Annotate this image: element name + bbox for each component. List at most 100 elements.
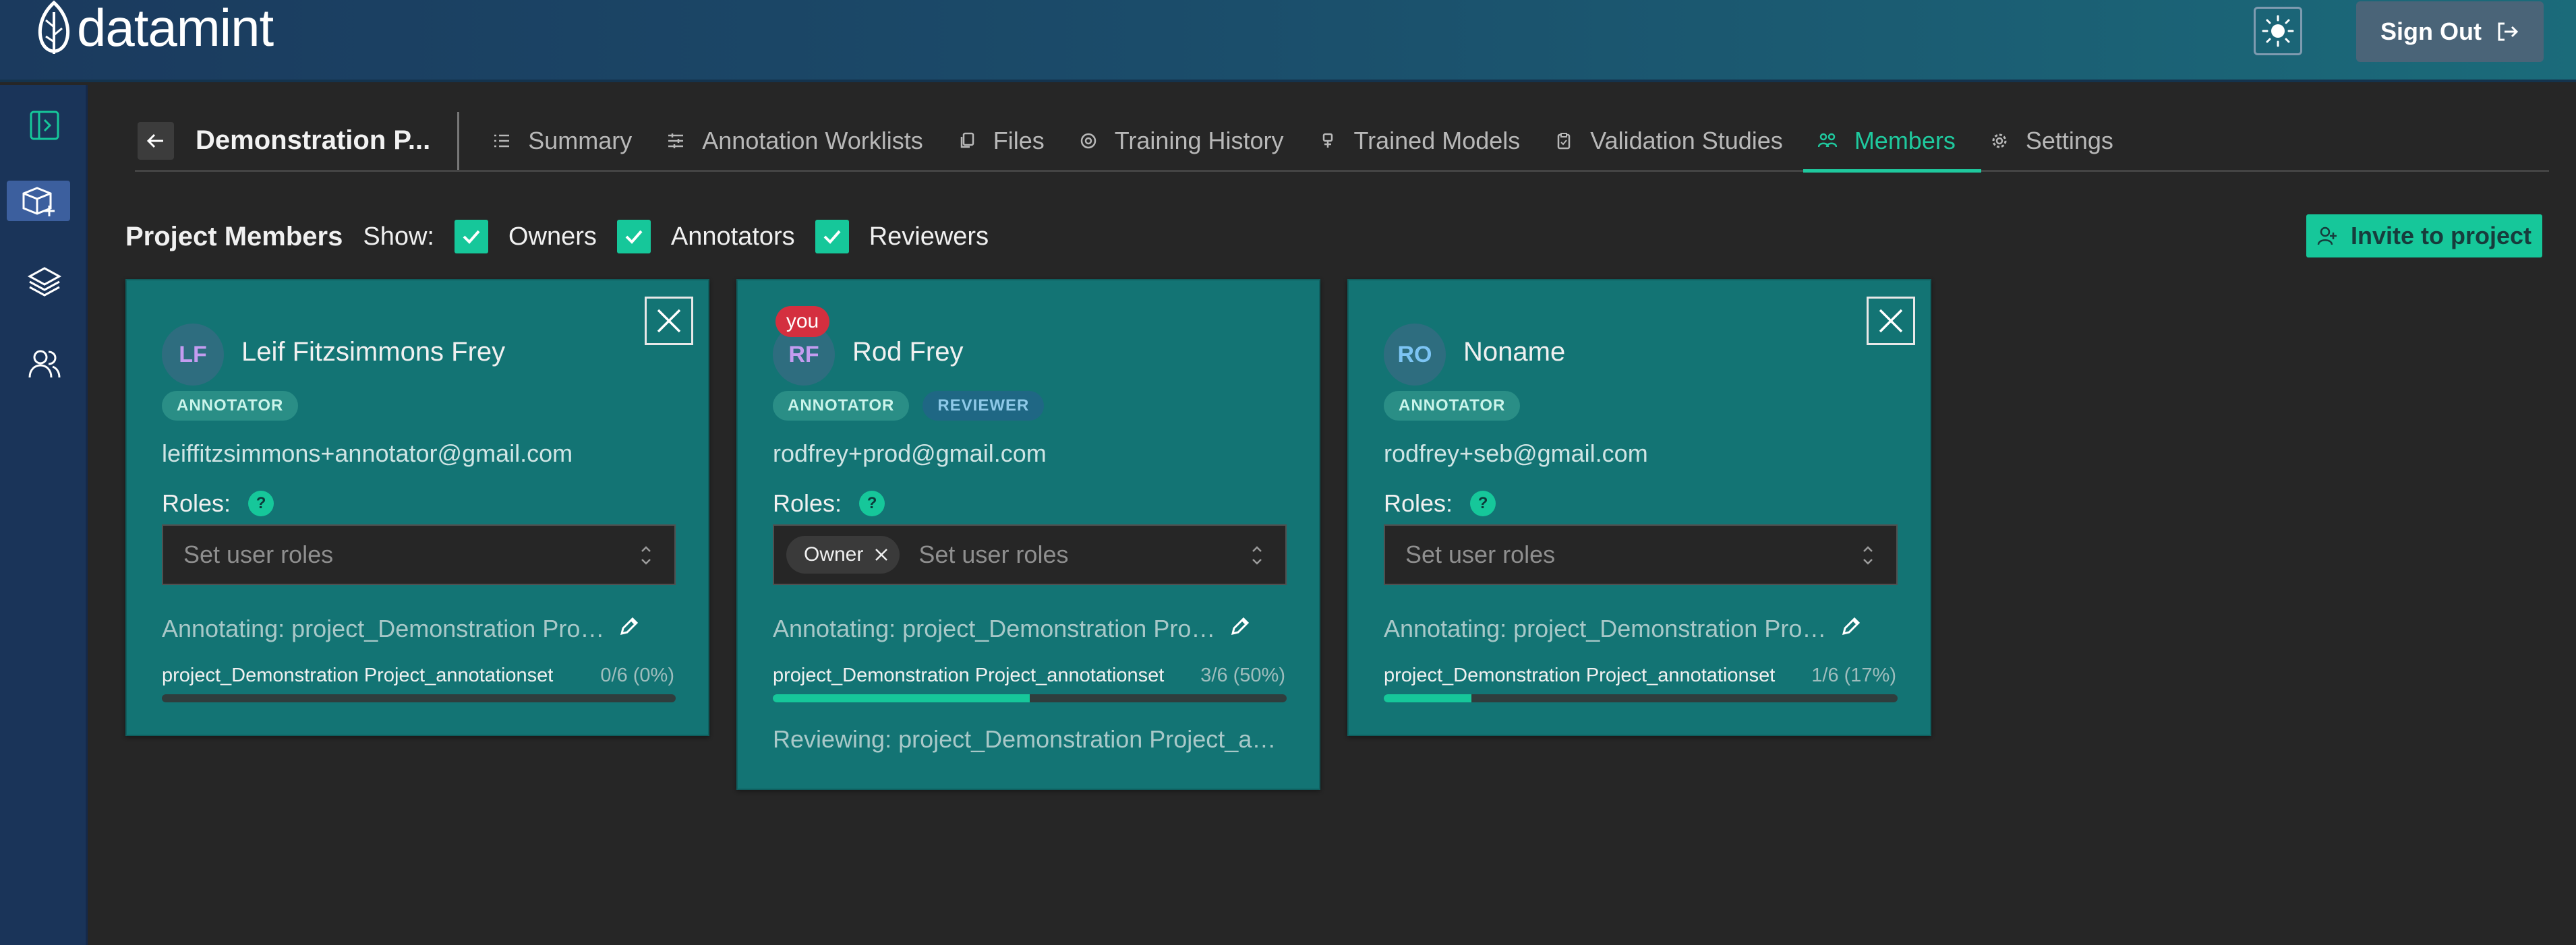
role-chip-label: Owner [804, 543, 864, 566]
robot-icon [1322, 133, 1333, 148]
history-icon [1080, 133, 1096, 148]
show-label: Show: [363, 222, 434, 251]
list-icon [494, 134, 510, 147]
invite-label: Invite to project [2350, 222, 2532, 249]
files-icon [960, 132, 974, 148]
member-card: RO Noname ANNOTATOR rodfrey+seb@gmail.co… [1347, 279, 1931, 736]
member-name: Noname [1463, 337, 1566, 367]
left-sidebar [0, 85, 88, 945]
remove-member-button[interactable] [645, 297, 693, 345]
sidebar-toggle-button[interactable] [20, 105, 69, 146]
reviewers-checkbox[interactable] [815, 220, 849, 253]
tab-training-history-label: Training History [1114, 126, 1284, 154]
roles-select[interactable]: Set user roles [1384, 524, 1898, 585]
annotationset-progress-text: 3/6 (50%) [1200, 665, 1285, 686]
chevron-updown-icon [1252, 546, 1262, 565]
tab-validation-studies[interactable]: Validation Studies [1548, 111, 1811, 171]
avatar-initials: RO [1397, 341, 1432, 367]
members-filter-bar: Project Members Show: Owners Annotators … [125, 214, 1009, 259]
users-icon [28, 350, 61, 378]
edit-pencil-icon[interactable] [615, 613, 642, 644]
check-icon [823, 230, 841, 244]
leaf-logo-icon [38, 0, 69, 54]
tab-annotation-worklists[interactable]: Annotation Worklists [660, 111, 951, 171]
tab-trained-models[interactable]: Trained Models [1312, 111, 1549, 171]
help-icon[interactable]: ? [1470, 491, 1496, 516]
annotationset-progress-bar [773, 694, 1287, 702]
tab-summary[interactable]: Summary [486, 111, 660, 171]
annotators-filter-label[interactable]: Annotators [671, 222, 795, 251]
sign-out-label: Sign Out [2380, 18, 2482, 45]
annotating-text: Annotating: project_Demonstration Proje.… [162, 615, 607, 642]
avatar: LF [162, 324, 224, 386]
roles-label: Roles: ? [162, 489, 274, 518]
theme-toggle-button[interactable] [2254, 7, 2302, 55]
tab-settings[interactable]: Settings [1984, 111, 2142, 171]
sun-icon [2262, 15, 2294, 47]
owners-filter-label[interactable]: Owners [508, 222, 597, 251]
annotating-text: Annotating: project_Demonstration Proje.… [1384, 615, 1829, 642]
member-name: Rod Frey [852, 337, 964, 367]
sidebar-item-projects[interactable] [7, 181, 70, 221]
sidebar-item-users[interactable] [20, 344, 69, 384]
annotator-badge: ANNOTATOR [773, 391, 910, 421]
annotationset-progress-text: 0/6 (0%) [600, 665, 674, 686]
roles-placeholder: Set user roles [183, 541, 334, 568]
logo[interactable]: datamint [32, 0, 274, 57]
help-icon[interactable]: ? [859, 491, 885, 516]
reviewer-badge: REVIEWER [923, 391, 1045, 421]
tab-members[interactable]: Members [1803, 111, 1984, 173]
edit-pencil-icon[interactable] [1837, 613, 1864, 644]
roles-placeholder: Set user roles [918, 541, 1069, 568]
member-card: LF Leif Fitzsimmons Frey ANNOTATOR leiff… [125, 279, 709, 736]
tab-validation-studies-label: Validation Studies [1590, 126, 1783, 154]
check-icon [463, 230, 480, 244]
sliders-icon [668, 133, 684, 148]
owners-checkbox[interactable] [454, 220, 488, 253]
progress-fill [1384, 694, 1471, 702]
role-chip-owner: Owner [786, 536, 900, 574]
logo-text: datamint [77, 0, 274, 57]
close-icon [1879, 309, 1903, 333]
avatar-initials: LF [179, 341, 207, 367]
invite-to-project-button[interactable]: Invite to project [2306, 214, 2542, 257]
annotationset-progress-bar [162, 694, 676, 702]
roles-select[interactable]: Set user roles [162, 524, 676, 585]
tab-settings-label: Settings [2025, 126, 2113, 154]
annotating-text: Annotating: project_Demonstration Proje.… [773, 615, 1218, 642]
annotator-badge: ANNOTATOR [162, 391, 299, 421]
chip-close-icon[interactable] [873, 546, 890, 563]
sidebar-item-datasets[interactable] [20, 262, 69, 302]
tab-annotation-worklists-label: Annotation Worklists [702, 126, 923, 154]
sign-out-icon [2498, 22, 2519, 41]
roles-select[interactable]: Owner Set user roles [773, 524, 1287, 585]
annotators-checkbox[interactable] [616, 220, 651, 253]
top-bar: datamint Sign Out [0, 0, 2576, 82]
layers-icon [27, 267, 62, 297]
back-button[interactable] [138, 121, 174, 160]
clipboard-icon [1558, 132, 1571, 149]
tab-members-label: Members [1854, 126, 1956, 154]
avatar: RO [1384, 324, 1446, 386]
roles-label-text: Roles: [162, 489, 231, 517]
annotationset-name: project_Demonstration Project_annotation… [773, 665, 1165, 686]
member-card: RF you Rod Frey ANNOTATOR REVIEWER rodfr… [736, 279, 1320, 790]
annotationset-progress-text: 1/6 (17%) [1811, 665, 1896, 686]
tab-training-history[interactable]: Training History [1073, 111, 1312, 171]
sign-out-button[interactable]: Sign Out [2356, 1, 2544, 62]
remove-member-button[interactable] [1867, 297, 1915, 345]
tab-files-label: Files [993, 126, 1045, 154]
user-add-icon [2317, 226, 2337, 245]
reviewers-filter-label[interactable]: Reviewers [869, 222, 989, 251]
help-icon[interactable]: ? [248, 491, 274, 516]
tab-files[interactable]: Files [952, 111, 1073, 171]
box-plus-icon [22, 187, 55, 216]
edit-pencil-icon[interactable] [1226, 613, 1253, 644]
roles-label-text: Roles: [773, 489, 842, 517]
project-title: Demonstration P... [196, 125, 431, 155]
annotationset-progress-bar [1384, 694, 1898, 702]
chevron-updown-icon [1863, 546, 1873, 565]
roles-label-text: Roles: [1384, 489, 1453, 517]
tab-summary-label: Summary [528, 126, 633, 154]
chevron-updown-icon [641, 546, 651, 565]
